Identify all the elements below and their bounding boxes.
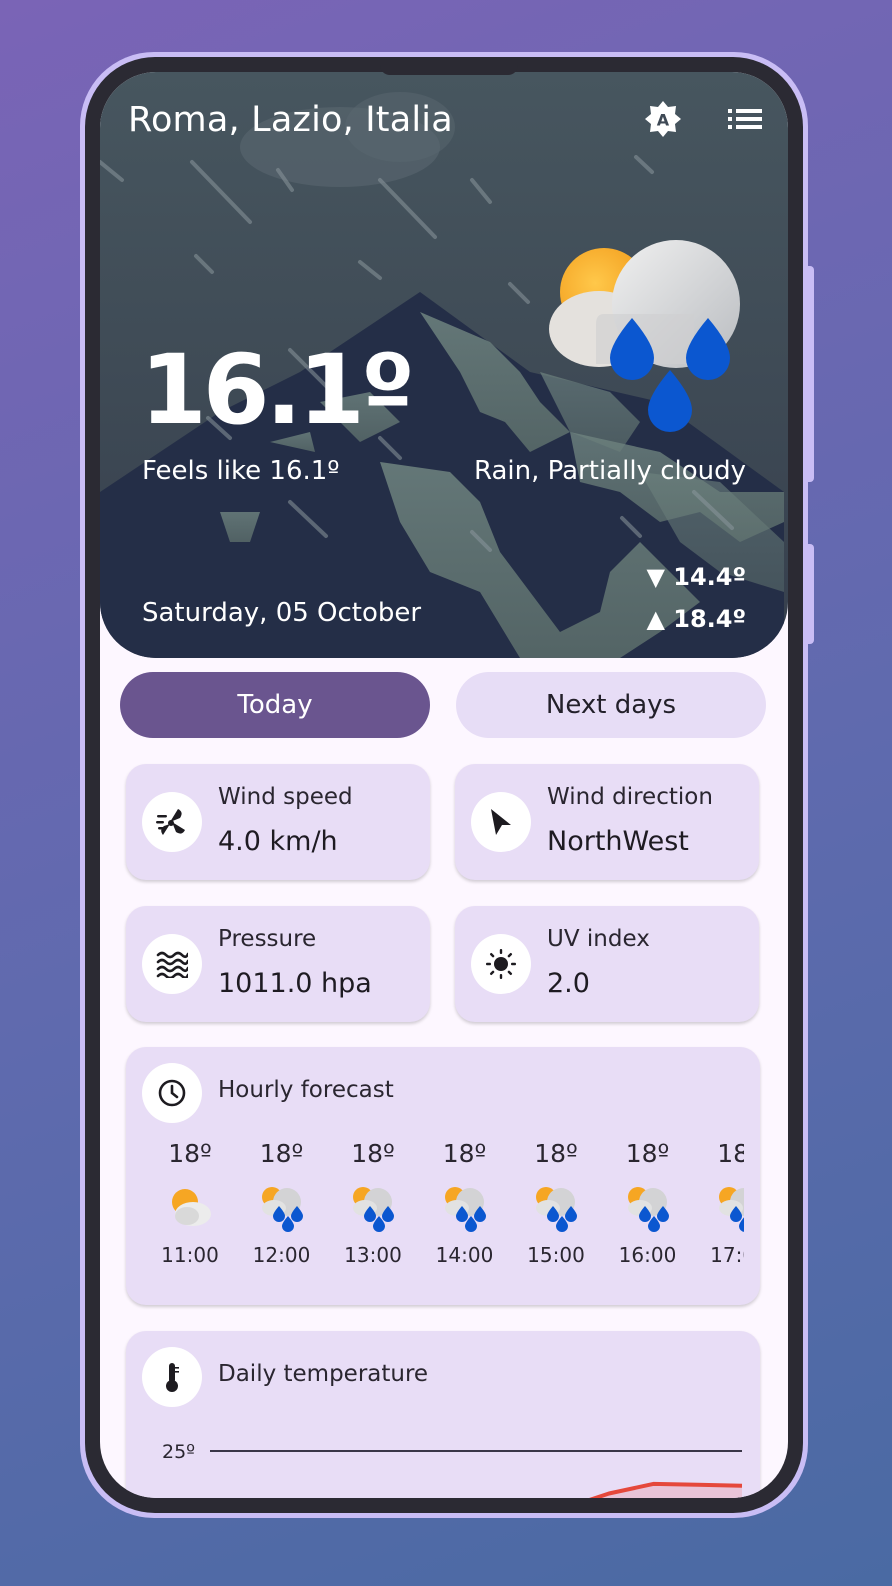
hourly-item: 18º 16:00 (608, 1139, 688, 1267)
phone-frame: Roma, Lazio, Italia A 16.1º Feels like 1… (80, 52, 814, 1518)
tab-next-days[interactable]: Next days (456, 672, 766, 738)
current-temperature: 16.1º (140, 334, 415, 446)
stat-value: NorthWest (547, 826, 689, 857)
navigation-arrow-icon (471, 792, 531, 852)
thermometer-icon (142, 1347, 202, 1407)
hourly-temp: 18º (534, 1139, 578, 1168)
rain-partially-cloudy-icon (544, 234, 744, 438)
current-weather-header: Roma, Lazio, Italia A 16.1º Feels like 1… (100, 72, 788, 658)
svg-text:A: A (657, 111, 670, 130)
volume-button (806, 266, 814, 482)
hourly-item: 18º 14:00 (425, 1139, 505, 1267)
hourly-temp: 18º (717, 1139, 744, 1168)
hourly-forecast-card: Hourly forecast 18º 11:00 18º 12:00 18º 13:00… (126, 1047, 760, 1305)
feels-like: Feels like 16.1º (142, 456, 340, 486)
rain-partially-cloudy-icon (333, 1177, 413, 1237)
stat-value: 2.0 (547, 968, 590, 999)
max-temperature: ▲ 18.4º (646, 605, 746, 633)
stat-label: UV index (547, 926, 650, 952)
y-tick-label: 25º (162, 1441, 195, 1463)
clock-icon (142, 1063, 202, 1123)
hourly-temp: 18º (442, 1139, 487, 1168)
stat-label: Wind direction (547, 784, 713, 810)
partly-cloudy-icon (150, 1177, 230, 1237)
list-icon[interactable] (724, 98, 766, 140)
app-screen: Roma, Lazio, Italia A 16.1º Feels like 1… (100, 72, 788, 1498)
weather-condition: Rain, Partially cloudy (473, 456, 746, 486)
min-temperature: ▼ 14.4º (646, 563, 746, 591)
hourly-time: 12:00 (252, 1243, 311, 1267)
period-tabs: Today Next days (120, 672, 766, 738)
daily-temperature-chart: 25º (126, 1421, 760, 1498)
card-title: Daily temperature (218, 1361, 429, 1387)
rain-partially-cloudy-icon (425, 1177, 505, 1237)
hourly-temp: 18º (625, 1139, 670, 1168)
wind-icon (142, 792, 202, 852)
hourly-time: 11:00 (161, 1243, 219, 1267)
waves-icon (142, 934, 202, 994)
pressure-card: Pressure 1011.0 hpa (126, 906, 430, 1022)
uv-index-card: UV index 2.0 (455, 906, 759, 1022)
stat-label: Wind speed (218, 784, 353, 810)
rain-partially-cloudy-icon (699, 1177, 744, 1237)
phone-bezel: Roma, Lazio, Italia A 16.1º Feels like 1… (85, 57, 803, 1513)
hourly-temp: 18º (259, 1139, 304, 1168)
hourly-item: 18º 13:00 (333, 1139, 413, 1267)
hourly-temp: 18º (168, 1139, 212, 1168)
tab-today[interactable]: Today (120, 672, 430, 738)
hourly-item: 18º 11:00 (150, 1139, 230, 1267)
wind-speed-card: Wind speed 4.0 km/h (126, 764, 430, 880)
hourly-time: 17:00 (710, 1243, 744, 1267)
hourly-time: 15:00 (527, 1243, 585, 1267)
hourly-time: 16:00 (618, 1243, 677, 1267)
daily-temperature-card: Daily temperature 25º (126, 1331, 760, 1498)
sun-icon (471, 934, 531, 994)
rain-partially-cloudy-icon (242, 1177, 322, 1237)
rain-partially-cloudy-icon (516, 1177, 596, 1237)
hourly-temp: 18º (351, 1139, 395, 1168)
hourly-time: 14:00 (435, 1243, 494, 1267)
stat-label: Pressure (218, 926, 317, 952)
hourly-list[interactable]: 18º 11:00 18º 12:00 18º 13:00 18º 14:00 18º 15:00… (150, 1139, 744, 1289)
min-max-temperature: ▼ 14.4º ▲ 18.4º (646, 556, 746, 640)
wind-direction-card: Wind direction NorthWest (455, 764, 759, 880)
hourly-item: 18º 12:00 (242, 1139, 322, 1267)
location-title: Roma, Lazio, Italia (128, 100, 453, 140)
hourly-item: 18º 15:00 (516, 1139, 596, 1267)
brightness-auto-icon[interactable]: A (642, 98, 684, 140)
stat-value: 1011.0 hpa (218, 968, 372, 999)
hourly-item: 18º 17:00 (699, 1139, 744, 1267)
current-date: Saturday, 05 October (142, 598, 422, 628)
rain-partially-cloudy-icon (608, 1177, 688, 1237)
card-title: Hourly forecast (218, 1077, 394, 1103)
power-button (806, 544, 814, 644)
stat-value: 4.0 km/h (218, 826, 338, 857)
notch (380, 61, 518, 75)
hourly-time: 13:00 (344, 1243, 402, 1267)
